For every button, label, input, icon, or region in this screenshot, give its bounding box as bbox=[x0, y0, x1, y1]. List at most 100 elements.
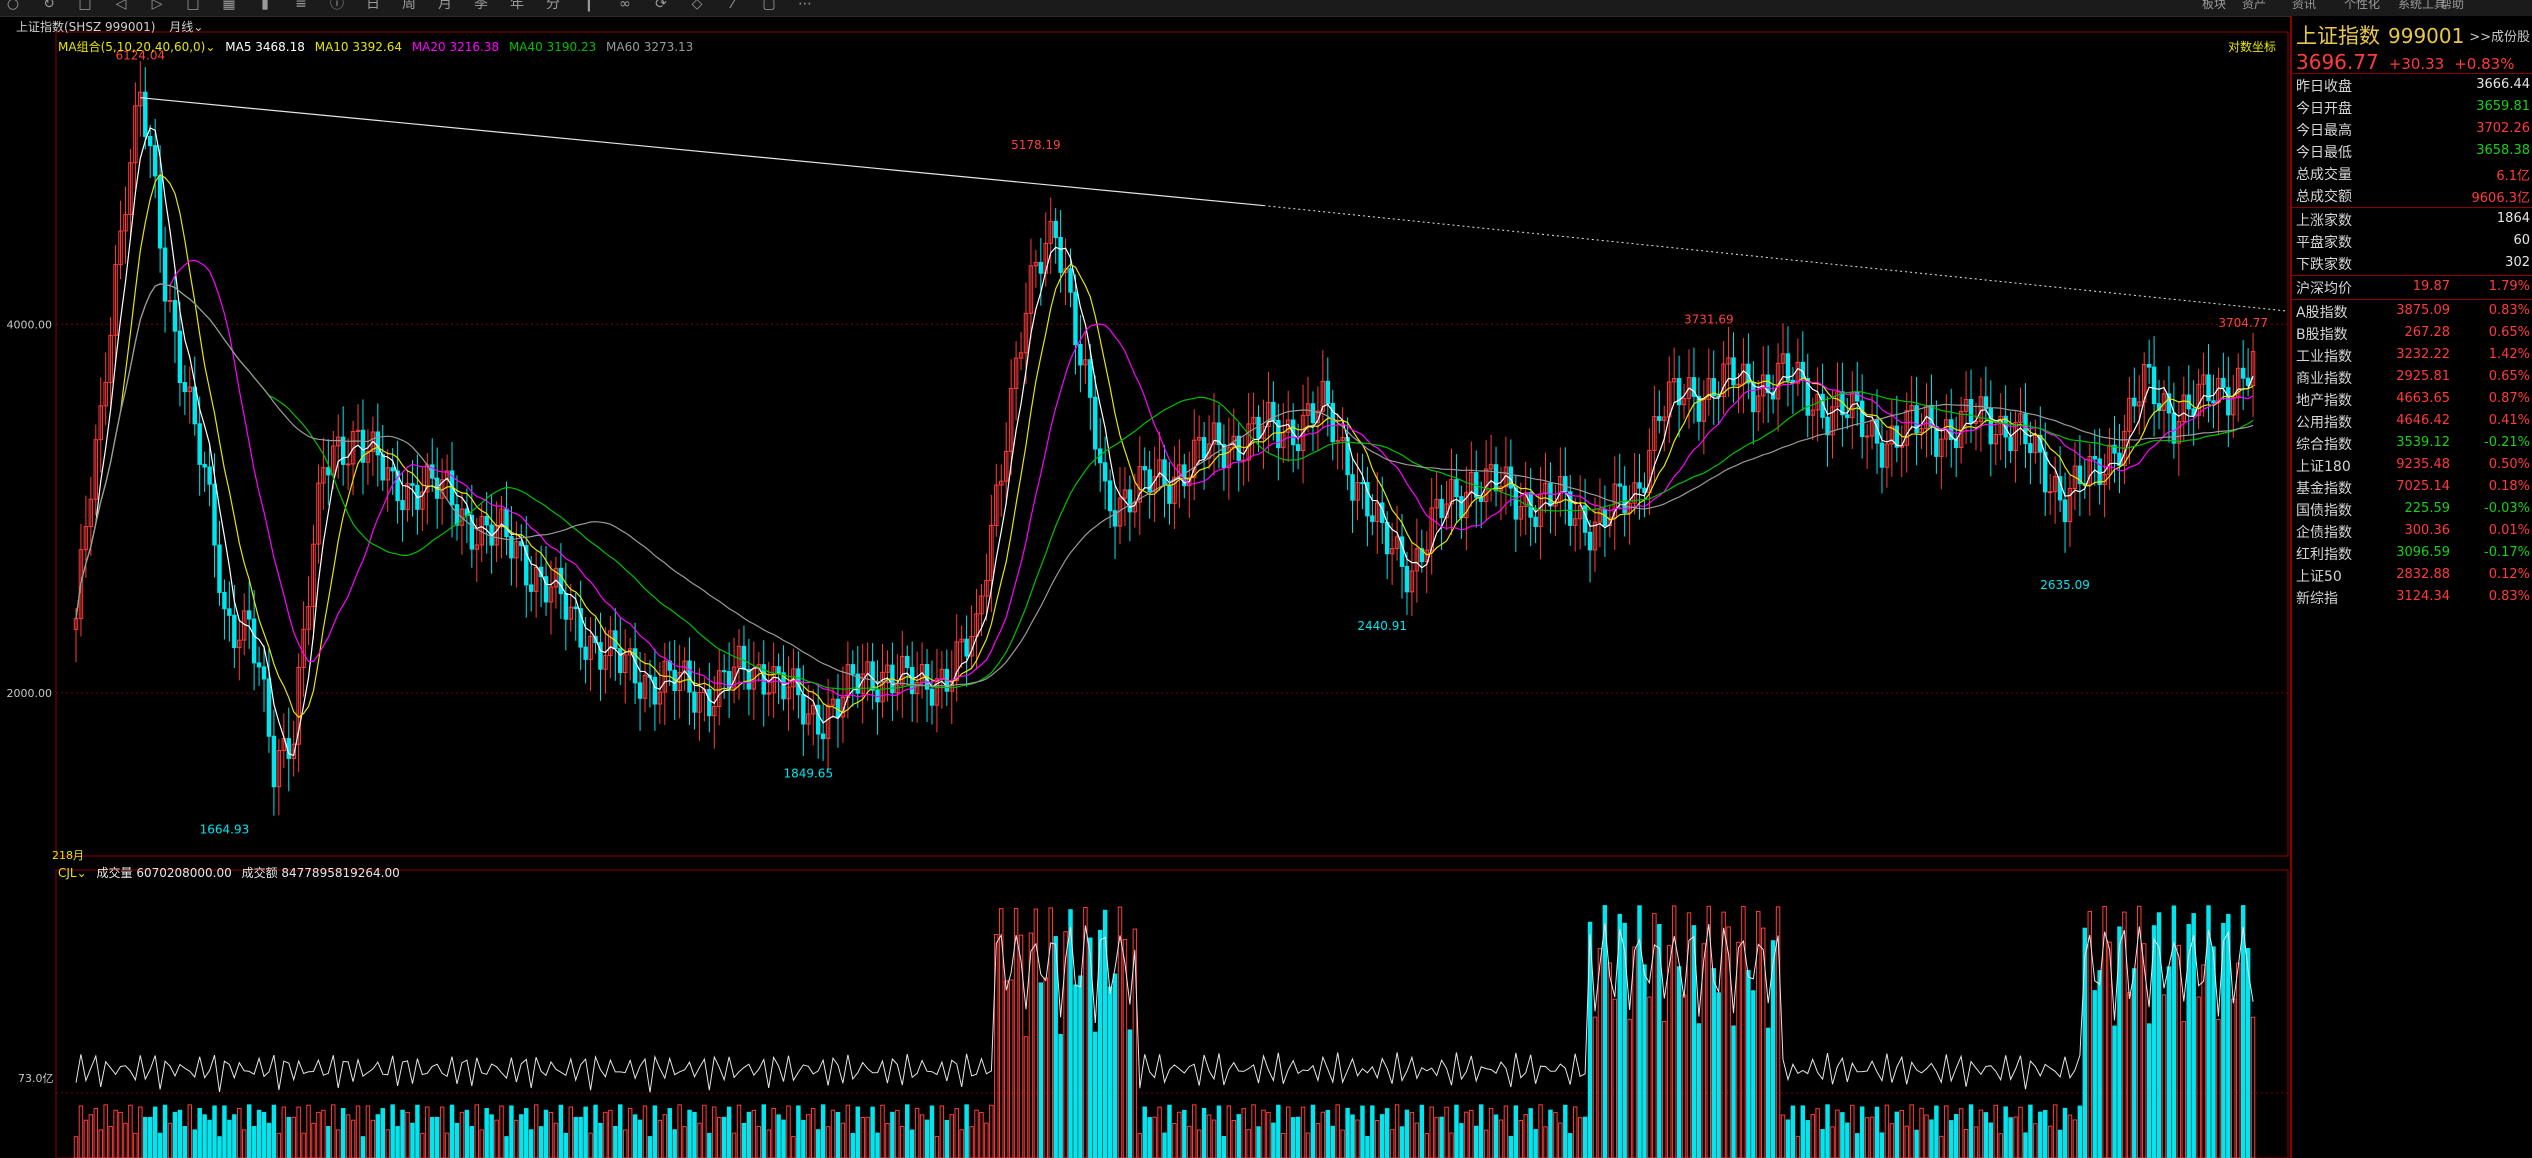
volume-bar bbox=[959, 1129, 964, 1158]
quote-row[interactable]: 综合指数 3539.12 -0.21% bbox=[2292, 432, 2532, 454]
log-scale-toggle[interactable]: 对数坐标 bbox=[2228, 38, 2276, 55]
lock-icon[interactable]: ▢ bbox=[758, 0, 780, 12]
volume-bar bbox=[410, 1122, 415, 1158]
quote-row[interactable]: 昨日收盘 3666.44 bbox=[2292, 74, 2532, 96]
quote-row[interactable]: 今日开盘 3659.81 bbox=[2292, 96, 2532, 118]
more-icon[interactable]: ⋯ bbox=[794, 0, 816, 12]
volume-bar bbox=[1191, 1104, 1197, 1158]
quote-row[interactable]: 沪深均价 19.87 1.79% bbox=[2292, 276, 2532, 298]
quote-row[interactable]: 新综指 3124.34 0.83% bbox=[2292, 586, 2532, 608]
back-icon[interactable]: ◁ bbox=[110, 0, 132, 12]
menu-item[interactable]: 资产 bbox=[2242, 0, 2266, 12]
candle-body bbox=[776, 666, 781, 674]
y-tick-label: 4000.00 bbox=[7, 318, 53, 331]
volume-bar bbox=[1093, 1031, 1098, 1158]
list-icon[interactable]: ≡ bbox=[290, 0, 312, 12]
quote-row[interactable]: B股指数 267.28 0.65% bbox=[2292, 322, 2532, 344]
quote-row[interactable]: 企债指数 300.36 0.01% bbox=[2292, 520, 2532, 542]
volume-bar bbox=[370, 1119, 376, 1158]
forward-icon[interactable]: ▷ bbox=[146, 0, 168, 12]
volume-bar bbox=[1869, 1116, 1875, 1158]
minute-icon[interactable]: 分 bbox=[542, 0, 564, 12]
chevron-down-icon[interactable]: ⌄ bbox=[77, 866, 87, 880]
amount-line bbox=[75, 923, 2254, 1093]
chart-area[interactable]: 4000.00 2000.00 6124.04 1664.93 5178.19 1849.… bbox=[0, 16, 2290, 1158]
quote-title: 上证指数 999001 bbox=[2296, 20, 2464, 50]
chevron-down-icon[interactable]: ⌄ bbox=[193, 20, 203, 34]
volume-bar bbox=[241, 1129, 247, 1158]
cjl-label[interactable]: CJL bbox=[58, 866, 77, 880]
quote-row[interactable]: 地产指数 4663.65 0.87% bbox=[2292, 388, 2532, 410]
row-value-2: 0.41% bbox=[2488, 413, 2530, 428]
row-label: 上证50 bbox=[2296, 569, 2342, 585]
volume-bar bbox=[360, 1136, 366, 1158]
quote-row[interactable]: 今日最高 3702.26 bbox=[2292, 118, 2532, 140]
volume-bar bbox=[924, 1119, 930, 1158]
menu-item[interactable]: 系统工具 bbox=[2398, 0, 2446, 12]
square-icon[interactable]: □ bbox=[182, 0, 204, 12]
info-icon[interactable]: ⓘ bbox=[326, 0, 348, 12]
quote-row[interactable]: 商业指数 2925.81 0.65% bbox=[2292, 366, 2532, 388]
menu-item[interactable]: 个性化 bbox=[2344, 0, 2380, 12]
menu-item[interactable]: 板块 bbox=[2202, 0, 2226, 12]
year-icon[interactable]: 年 bbox=[506, 0, 528, 12]
constituents-link[interactable]: >>成份股 bbox=[2469, 26, 2530, 45]
amount-value: 成交额 8477895819264.00 bbox=[241, 866, 400, 880]
quote-row[interactable]: 基金指数 7025.14 0.18% bbox=[2292, 476, 2532, 498]
volume-bar bbox=[1864, 1117, 1870, 1158]
candle-icon[interactable]: ┃ bbox=[578, 0, 600, 12]
diamond-icon[interactable]: ◇ bbox=[686, 0, 708, 12]
kline-chart[interactable]: 4000.002000.006124.041664.935178.191849.… bbox=[0, 16, 2290, 1158]
volume-bar bbox=[677, 1104, 682, 1158]
volume-bar bbox=[1958, 1108, 1964, 1158]
volume-bar bbox=[934, 1136, 940, 1158]
week-icon[interactable]: 周 bbox=[398, 0, 420, 12]
quote-row[interactable]: 总成交额 9606.3亿 bbox=[2292, 184, 2532, 206]
quote-row[interactable]: 下跌家数 302 bbox=[2292, 252, 2532, 274]
quote-row[interactable]: 国债指数 225.59 -0.03% bbox=[2292, 498, 2532, 520]
quote-row[interactable]: 上证180 9235.48 0.50% bbox=[2292, 454, 2532, 476]
quote-row[interactable]: 上证50 2832.88 0.12% bbox=[2292, 564, 2532, 586]
volume-bar bbox=[1384, 1108, 1390, 1158]
quote-row[interactable]: 公用指数 4646.42 0.41% bbox=[2292, 410, 2532, 432]
circle-icon[interactable]: ○ bbox=[2, 0, 24, 12]
refresh-icon[interactable]: ↻ bbox=[38, 0, 60, 12]
month-icon[interactable]: 月 bbox=[434, 0, 456, 12]
volume-bar bbox=[1167, 1104, 1172, 1158]
volume-bar bbox=[716, 1117, 722, 1158]
period-select[interactable]: 月线 bbox=[169, 20, 193, 34]
menu-item[interactable]: 帮助 bbox=[2440, 0, 2464, 12]
row-value: 3539.12 bbox=[2396, 435, 2450, 450]
candle-body bbox=[1785, 353, 1791, 381]
candle-body bbox=[1058, 237, 1063, 273]
candle-body bbox=[1988, 407, 1994, 445]
volume-bar bbox=[261, 1111, 267, 1158]
quote-row[interactable]: 总成交量 6.1亿 bbox=[2292, 162, 2532, 184]
square-icon[interactable]: □ bbox=[74, 0, 96, 12]
candle-body bbox=[1053, 220, 1058, 239]
quote-row[interactable]: 红利指数 3096.59 -0.17% bbox=[2292, 542, 2532, 564]
price-annotation: 1664.93 bbox=[200, 822, 250, 836]
draw-icon[interactable]: ⁄ bbox=[722, 0, 744, 12]
grid-icon[interactable]: ▦ bbox=[218, 0, 240, 12]
day-icon[interactable]: 日 bbox=[362, 0, 384, 12]
row-value-2: 9606.3亿 bbox=[2471, 191, 2531, 206]
volume-bar bbox=[2023, 1132, 2028, 1158]
loop-icon[interactable]: ⟳ bbox=[650, 0, 672, 12]
quote-row[interactable]: 工业指数 3232.22 1.42% bbox=[2292, 344, 2532, 366]
link-icon[interactable]: ∞ bbox=[614, 0, 636, 12]
volume-bar bbox=[2240, 905, 2246, 1158]
quote-row[interactable]: 上涨家数 1864 bbox=[2292, 208, 2532, 230]
ma-group-label[interactable]: MA组合(5,10,20,40,60,0) bbox=[58, 40, 205, 54]
quote-row[interactable]: A股指数 3875.09 0.83% bbox=[2292, 300, 2532, 322]
quarter-icon[interactable]: 季 bbox=[470, 0, 492, 12]
volume-bar bbox=[301, 1132, 306, 1158]
chevron-down-icon[interactable]: ⌄ bbox=[205, 40, 215, 54]
candle-body bbox=[1454, 479, 1459, 498]
quote-row[interactable]: 平盘家数 60 bbox=[2292, 230, 2532, 252]
menu-item[interactable]: 资讯 bbox=[2292, 0, 2316, 12]
quote-row[interactable]: 今日最低 3658.38 bbox=[2292, 140, 2532, 162]
bar-icon[interactable]: ▮ bbox=[254, 0, 276, 12]
candle-body bbox=[2028, 443, 2033, 454]
candle-body bbox=[2151, 366, 2157, 405]
